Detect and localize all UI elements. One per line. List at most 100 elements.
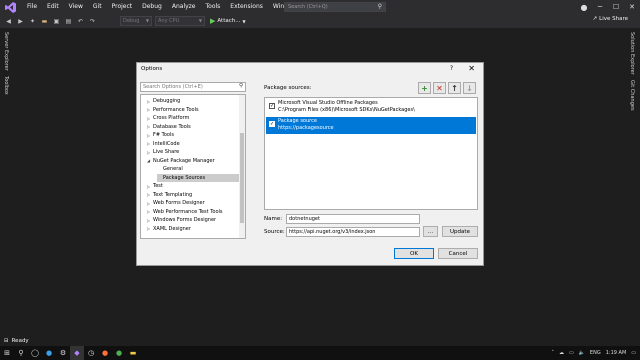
browse-button[interactable]: ...	[423, 226, 438, 237]
update-button[interactable]: Update	[442, 226, 478, 237]
attach-button[interactable]: ▶ Attach... ▼	[210, 17, 246, 25]
solution-explorer-tab[interactable]: Solution Explorer	[629, 32, 635, 75]
tree-item-label: General	[163, 166, 183, 172]
edge-icon[interactable]: ●	[42, 346, 56, 360]
source-checkbox[interactable]: ✓	[269, 103, 275, 109]
windows-start-icon[interactable]: ⊞	[0, 346, 14, 360]
maximize-icon[interactable]: ☐	[608, 3, 624, 11]
chevron-up-icon[interactable]: ˄	[551, 350, 554, 356]
scrollbar-thumb[interactable]	[240, 133, 244, 223]
tree-item-package-sources[interactable]: Package Sources	[157, 173, 245, 182]
forward-icon[interactable]: ▶	[16, 17, 25, 26]
volume-icon[interactable]: 🔈	[579, 350, 585, 356]
move-down-button[interactable]: ↓	[463, 82, 476, 94]
source-field[interactable]: https://api.nuget.org/v3/index.json	[286, 227, 420, 237]
ok-button[interactable]: OK	[394, 248, 434, 259]
live-share-icon: ↗	[592, 16, 598, 22]
menu-extensions[interactable]: Extensions	[225, 0, 268, 14]
tree-item-test[interactable]: ▷ Test	[147, 182, 163, 190]
add-source-button[interactable]: +	[418, 82, 431, 94]
name-field[interactable]: dotnetnuget	[286, 214, 420, 224]
menu-edit[interactable]: Edit	[42, 0, 64, 14]
tree-item-label: IntelliCode	[153, 140, 180, 147]
redo-icon[interactable]: ↷	[88, 17, 97, 26]
visual-studio-taskbar-icon[interactable]: ◆	[70, 346, 84, 360]
new-project-icon[interactable]: ✦	[28, 17, 37, 26]
tree-item-text-templating[interactable]: ▷ Text Templating	[147, 191, 192, 199]
chevron-down-icon: ▼	[198, 18, 202, 23]
tree-item-database-tools[interactable]: ▷ Database Tools	[147, 123, 191, 131]
search-input[interactable]: Search (Ctrl+Q) ⚲	[284, 2, 386, 12]
tree-item-label: Web Performance Test Tools	[153, 208, 223, 215]
search-icon: ⚲	[377, 3, 382, 10]
configuration-combo[interactable]: Debug ▼	[120, 16, 152, 26]
options-search-input[interactable]: Search Options (Ctrl+E) ⚲	[140, 82, 246, 92]
save-all-icon[interactable]: ▤	[64, 17, 73, 26]
file-explorer-icon[interactable]: ▬	[126, 346, 140, 360]
close-window-icon[interactable]: ✕	[624, 3, 640, 11]
minimize-icon[interactable]: ─	[592, 3, 608, 11]
undo-icon[interactable]: ↶	[76, 17, 85, 26]
status-icon: ⊟	[4, 338, 9, 344]
source-path: https://packagesource	[278, 125, 334, 131]
git-changes-tab[interactable]: Git Changes	[629, 80, 635, 111]
language-indicator[interactable]: ENG	[590, 350, 601, 356]
search-icon[interactable]: ⚲	[14, 346, 28, 360]
options-search-placeholder: Search Options (Ctrl+E)	[143, 84, 203, 90]
menu-analyze[interactable]: Analyze	[167, 0, 201, 14]
task-view-icon[interactable]: ◯	[28, 346, 42, 360]
menu-view[interactable]: View	[64, 0, 88, 14]
help-icon[interactable]: ?	[450, 65, 453, 72]
save-icon[interactable]: ▣	[52, 17, 61, 26]
source-checkbox[interactable]: ✓	[269, 121, 275, 127]
tree-item-windows-forms-designer[interactable]: ▷ Windows Forms Designer	[147, 216, 216, 224]
cloud-icon[interactable]: ☁	[559, 350, 564, 356]
firefox-icon[interactable]: ●	[98, 346, 112, 360]
menu-debug[interactable]: Debug	[137, 0, 167, 14]
network-icon[interactable]: ▭	[569, 350, 574, 356]
source-name: Package source	[278, 118, 317, 124]
tree-scrollbar[interactable]	[239, 95, 245, 238]
tree-item-web-forms-designer[interactable]: ▷ Web Forms Designer	[147, 199, 205, 207]
clock-app-icon[interactable]: ◷	[84, 346, 98, 360]
live-share-button[interactable]: ↗ Live Share	[593, 16, 628, 22]
menu-project[interactable]: Project	[107, 0, 138, 14]
tree-item-intellicode[interactable]: ▷ IntelliCode	[147, 140, 180, 148]
platform-combo[interactable]: Any CPU ▼	[155, 16, 205, 26]
tree-item-label: XAML Designer	[153, 225, 191, 232]
source-row-package-source[interactable]: ✓ Package source https://packagesource	[266, 117, 476, 134]
server-explorer-tab[interactable]: Server Explorer	[3, 32, 9, 71]
tree-item-debugging[interactable]: ▷ Debugging	[147, 97, 180, 105]
menu-file[interactable]: File	[22, 0, 42, 14]
options-tree: ▷ Debugging ▷ Performance Tools ▷ Cross Platf…	[140, 94, 246, 239]
account-avatar-icon[interactable]: ●	[576, 3, 592, 12]
remove-icon: ✕	[436, 83, 443, 93]
package-sources-label: Package sources:	[264, 85, 312, 91]
menu-git[interactable]: Git	[88, 0, 107, 14]
configuration-value: Debug	[123, 18, 140, 24]
tree-item-nuget-package-manager[interactable]: ◢ NuGet Package Manager	[147, 157, 215, 165]
tree-item-general[interactable]: General	[157, 165, 183, 173]
tree-item-xaml-designer[interactable]: ▷ XAML Designer	[147, 225, 191, 233]
back-icon[interactable]: ◀	[4, 17, 13, 26]
tree-item-performance-tools[interactable]: ▷ Performance Tools	[147, 106, 199, 114]
notifications-icon[interactable]: ▭	[631, 350, 636, 356]
menu-tools[interactable]: Tools	[201, 0, 226, 14]
move-up-button[interactable]: ↑	[448, 82, 461, 94]
tree-item-web-performance-test-tools[interactable]: ▷ Web Performance Test Tools	[147, 208, 223, 216]
status-text: Ready	[11, 338, 29, 344]
tree-item-label: Database Tools	[153, 123, 191, 130]
tree-item-live-share[interactable]: ▷ Live Share	[147, 148, 179, 156]
clock[interactable]: 1:19 AM	[606, 350, 627, 356]
tree-item-cross-platform[interactable]: ▷ Cross Platform	[147, 114, 189, 122]
remove-source-button[interactable]: ✕	[433, 82, 446, 94]
chrome-icon[interactable]: ●	[112, 346, 126, 360]
cancel-button[interactable]: Cancel	[438, 248, 478, 259]
toolbox-tab[interactable]: Toolbox	[3, 76, 9, 95]
source-label: Source:	[264, 229, 285, 235]
open-folder-icon[interactable]: ▬	[40, 17, 49, 26]
settings-icon[interactable]: ⚙	[56, 346, 70, 360]
source-row-offline[interactable]: ✓ Microsoft Visual Studio Offline Packag…	[266, 99, 476, 116]
close-icon[interactable]: ✕	[468, 64, 475, 73]
tree-item-f-tools[interactable]: ▷ F# Tools	[147, 131, 174, 139]
